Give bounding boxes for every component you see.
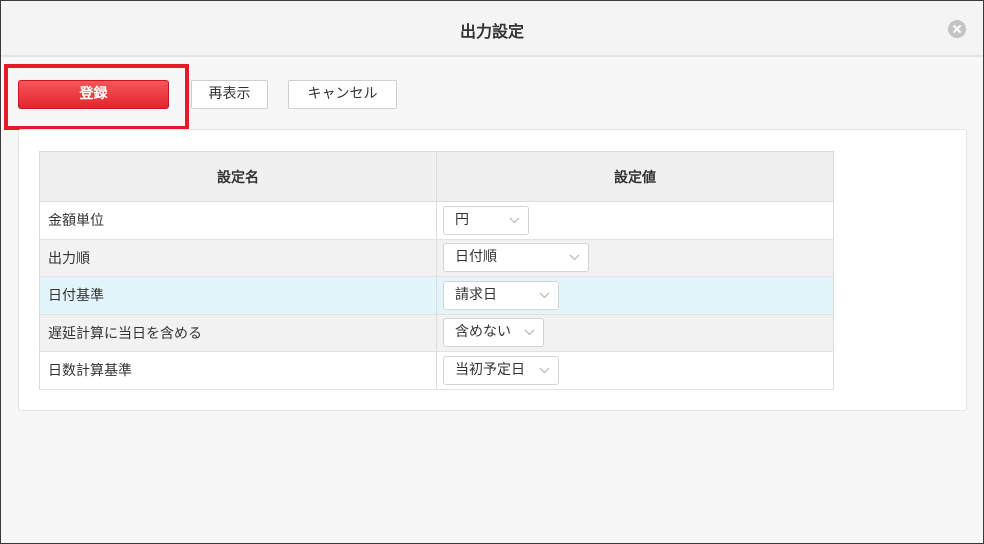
output-order-select[interactable]: 日付順 bbox=[443, 243, 589, 273]
setting-name: 日付基準 bbox=[39, 276, 437, 315]
date-basis-select[interactable]: 請求日 bbox=[443, 280, 559, 310]
day-count-basis-select[interactable]: 当初予定日 bbox=[443, 355, 559, 385]
chevron-down-icon bbox=[569, 254, 580, 261]
output-settings-dialog: 出力設定 登録 再表示 キャンセル 設定名 設定値 金額単位 円 出力順 日付順… bbox=[0, 0, 984, 544]
chevron-down-icon bbox=[539, 292, 550, 299]
chevron-down-icon bbox=[509, 217, 520, 224]
table-row: 出力順 日付順 bbox=[39, 238, 834, 277]
setting-name: 金額単位 bbox=[39, 201, 437, 240]
select-value: 含めない bbox=[455, 324, 511, 341]
chevron-down-icon bbox=[539, 367, 550, 374]
amount-unit-select[interactable]: 円 bbox=[443, 205, 529, 235]
select-value: 円 bbox=[455, 211, 469, 228]
cancel-button[interactable]: キャンセル bbox=[288, 80, 397, 109]
table-header-row: 設定名 設定値 bbox=[39, 151, 834, 202]
table-row: 日数計算基準 当初予定日 bbox=[39, 351, 834, 390]
setting-name: 出力順 bbox=[39, 238, 437, 277]
table-row: 日付基準 請求日 bbox=[39, 276, 834, 315]
reload-button[interactable]: 再表示 bbox=[191, 80, 268, 109]
header-setting-name: 設定名 bbox=[39, 151, 437, 202]
close-button[interactable] bbox=[948, 20, 966, 38]
settings-table: 設定名 設定値 金額単位 円 出力順 日付順 日付基準 請求日 遅延計算に当日を… bbox=[39, 151, 834, 390]
table-row: 金額単位 円 bbox=[39, 201, 834, 240]
setting-name: 遅延計算に当日を含める bbox=[39, 313, 437, 352]
table-row: 遅延計算に当日を含める 含めない bbox=[39, 313, 834, 352]
dialog-titlebar: 出力設定 bbox=[1, 1, 983, 57]
chevron-down-icon bbox=[524, 329, 535, 336]
register-button[interactable]: 登録 bbox=[18, 80, 169, 109]
header-setting-value: 設定値 bbox=[436, 151, 834, 202]
select-value: 日付順 bbox=[455, 249, 497, 266]
include-today-select[interactable]: 含めない bbox=[443, 318, 544, 348]
setting-name: 日数計算基準 bbox=[39, 351, 437, 390]
select-value: 請求日 bbox=[455, 286, 497, 303]
settings-panel: 設定名 設定値 金額単位 円 出力順 日付順 日付基準 請求日 遅延計算に当日を… bbox=[18, 129, 967, 411]
close-icon bbox=[953, 25, 961, 33]
dialog-title: 出力設定 bbox=[459, 22, 524, 41]
toolbar: 登録 再表示 キャンセル bbox=[1, 57, 983, 130]
select-value: 当初予定日 bbox=[455, 361, 525, 378]
